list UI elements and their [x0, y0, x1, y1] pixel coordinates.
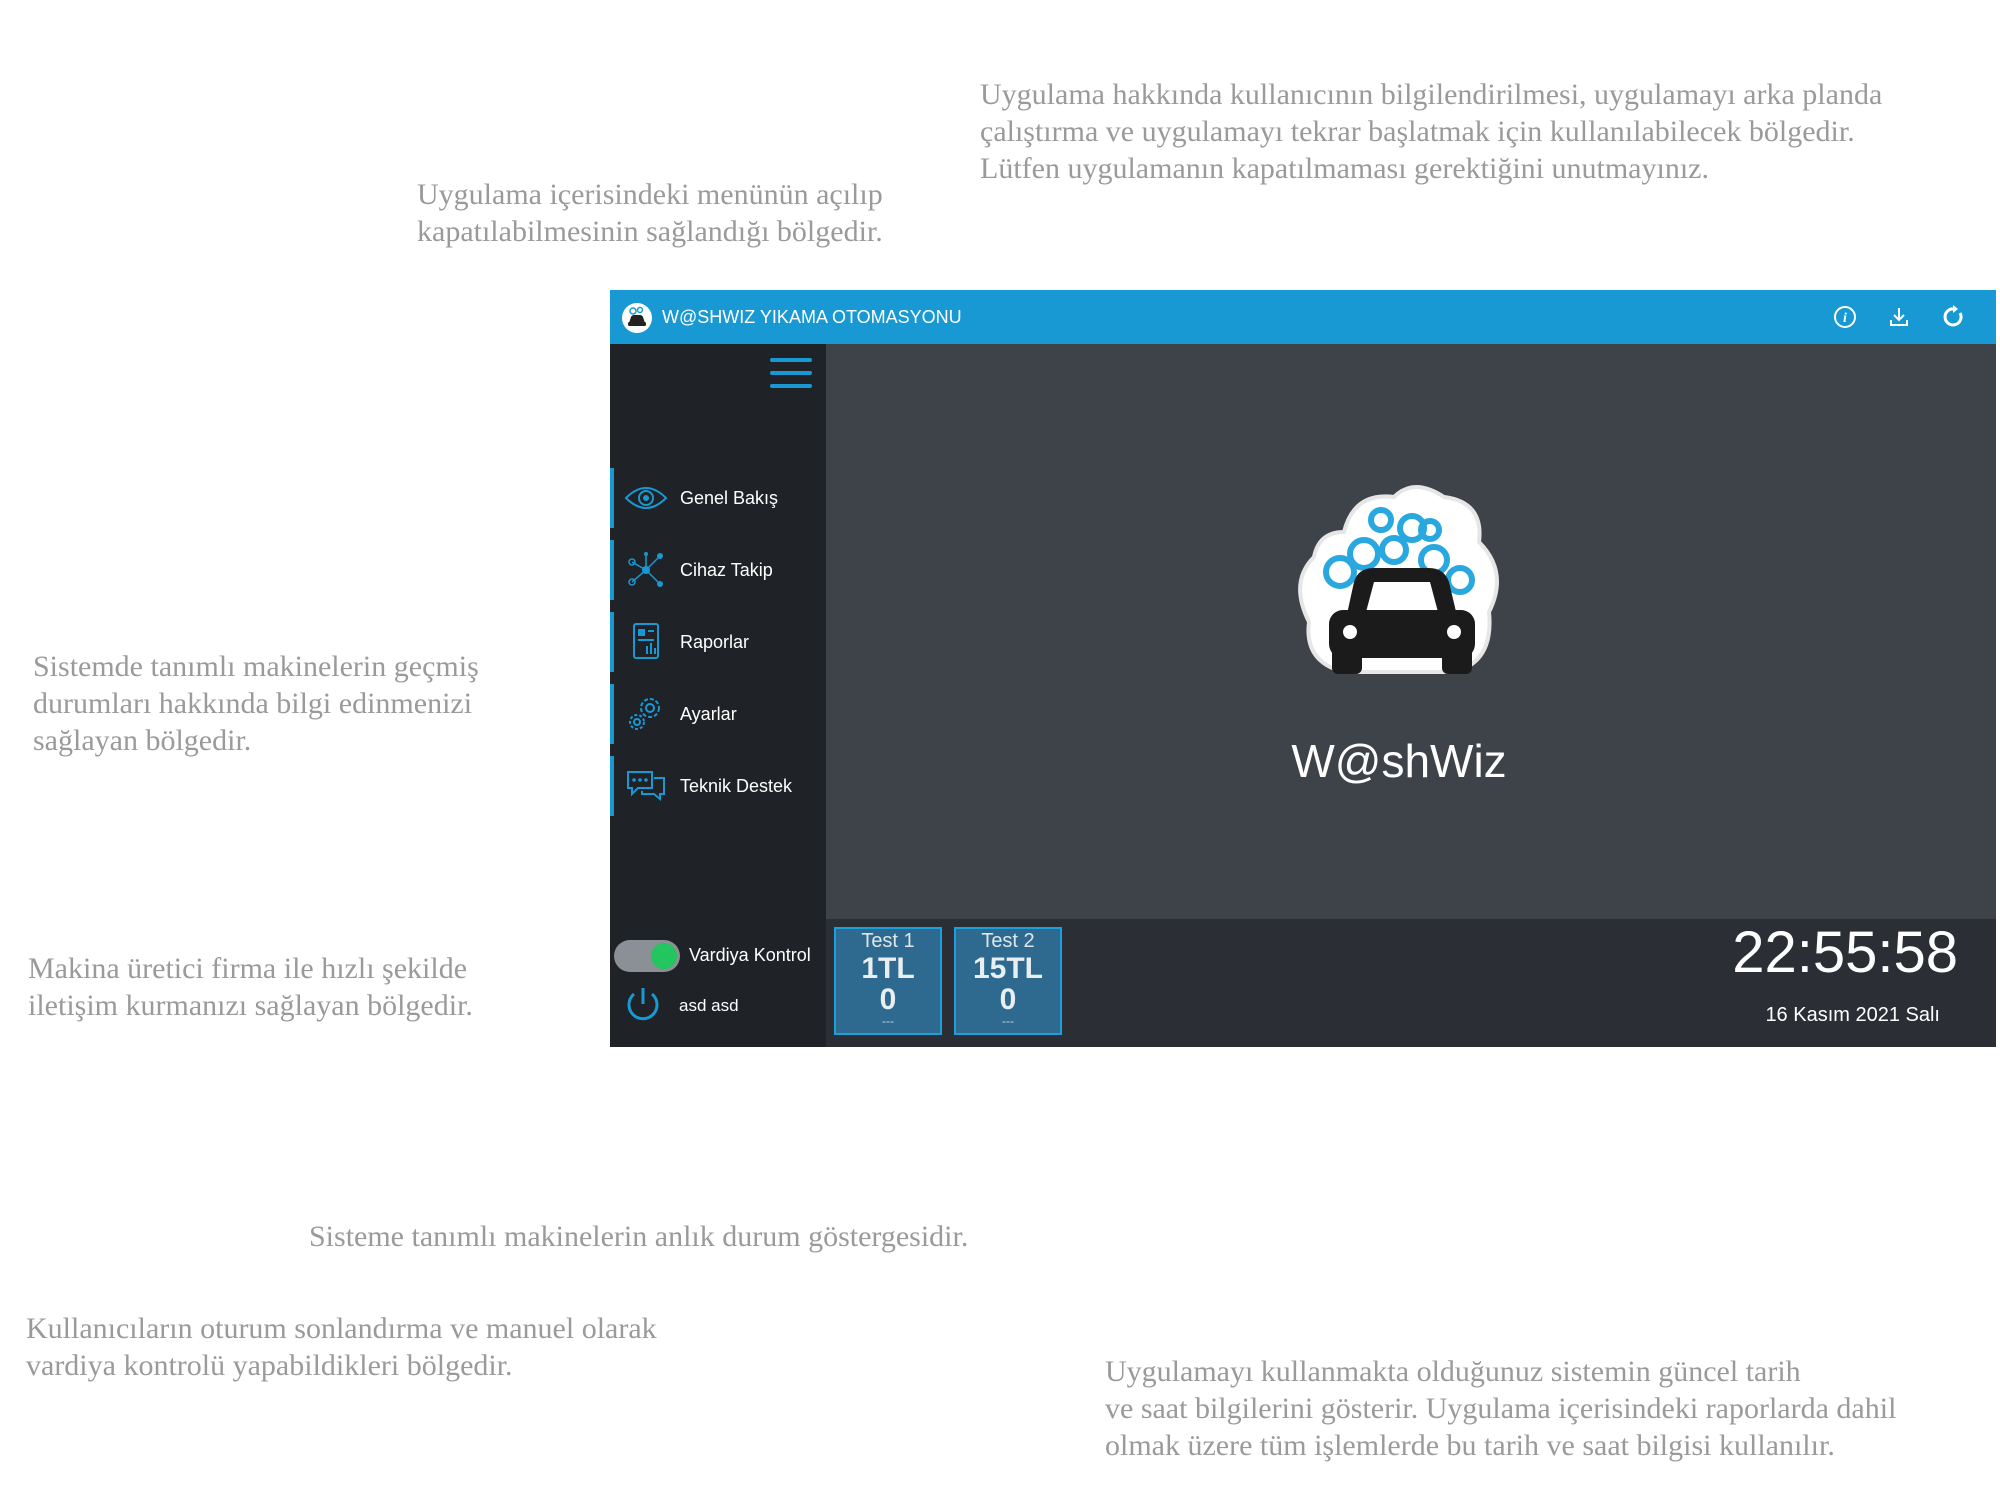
machine-card[interactable]: Test 1 1TL 0 ---: [834, 927, 942, 1035]
car-wash-logo-icon: [622, 303, 652, 333]
machine-amount: 15TL: [972, 952, 1044, 985]
title-bar: W@SHWIZ YIKAMA OTOMASYONU i: [610, 290, 1996, 344]
user-name: asd asd: [679, 996, 739, 1015]
app-title: W@SHWIZ YIKAMA OTOMASYONU: [662, 307, 962, 327]
brand-name: W@shWiz: [1291, 735, 1507, 787]
sidebar-item-label: Cihaz Takip: [680, 559, 773, 580]
sidebar: Genel Bakış Cihaz Takip Raporlar Ayarlar…: [610, 344, 826, 1047]
sidebar-item-genel-bakis[interactable]: Genel Bakış: [610, 468, 830, 528]
machine-amount: 1TL: [861, 952, 915, 985]
gear-icon: [624, 692, 668, 736]
network-icon: [624, 548, 668, 592]
annotation-status: Sisteme tanımlı makinelerin anlık durum …: [309, 1220, 969, 1253]
shift-control-toggle[interactable]: [614, 940, 680, 972]
toggle-knob: [651, 943, 677, 969]
status-bar: Test 1 1TL 0 --- Test 2 15TL 0 --- 22:55…: [826, 919, 1996, 1047]
shift-control-label: Vardiya Kontrol: [689, 945, 811, 965]
machine-extra: ---: [882, 1014, 894, 1028]
clock-date: 16 Kasım 2021 Salı: [1765, 1004, 1940, 1026]
main-content: W@shWiz: [826, 344, 1996, 919]
annotation-header: Uygulama hakkında kullanıcının bilgilend…: [980, 78, 1883, 185]
machine-count: 0: [879, 983, 897, 1016]
annotation-menu: Uygulama içerisindeki menünün açılıp kap…: [417, 178, 883, 248]
annotation-shift: Kullanıcıların oturum sonlandırma ve man…: [26, 1312, 657, 1382]
info-icon[interactable]: i: [1832, 304, 1858, 330]
machine-card[interactable]: Test 2 15TL 0 ---: [954, 927, 1062, 1035]
hamburger-menu-icon[interactable]: [770, 356, 812, 390]
annotation-support: Makina üretici firma ile hızlı şekilde i…: [28, 952, 473, 1022]
restart-icon[interactable]: [1941, 304, 1967, 330]
machine-extra: ---: [1002, 1014, 1014, 1028]
machine-name: Test 1: [861, 930, 915, 952]
sidebar-item-label: Ayarlar: [680, 703, 737, 724]
sidebar-item-ayarlar[interactable]: Ayarlar: [610, 684, 830, 744]
report-icon: [624, 620, 668, 664]
power-icon[interactable]: [622, 984, 664, 1026]
clock-time: 22:55:58: [1732, 920, 1958, 985]
svg-text:i: i: [1843, 311, 1847, 326]
annotation-clock: Uygulamayı kullanmakta olduğunuz sistemi…: [1105, 1355, 1897, 1462]
machine-name: Test 2: [981, 930, 1035, 952]
washwiz-logo-icon: [1284, 472, 1514, 702]
sidebar-item-raporlar[interactable]: Raporlar: [610, 612, 830, 672]
sidebar-item-label: Teknik Destek: [680, 775, 793, 796]
chat-icon: [624, 764, 668, 808]
download-icon[interactable]: [1886, 304, 1912, 330]
sidebar-item-cihaz-takip[interactable]: Cihaz Takip: [610, 540, 830, 600]
eye-icon: [624, 476, 668, 520]
app-window: W@SHWIZ YIKAMA OTOMASYONU i Genel Bakış: [610, 290, 1996, 1047]
sidebar-item-label: Raporlar: [680, 631, 750, 652]
sidebar-item-label: Genel Bakış: [680, 487, 779, 508]
sidebar-item-teknik-destek[interactable]: Teknik Destek: [610, 756, 830, 816]
annotation-reports: Sistemde tanımlı makinelerin geçmiş duru…: [33, 650, 479, 757]
machine-count: 0: [999, 983, 1017, 1016]
